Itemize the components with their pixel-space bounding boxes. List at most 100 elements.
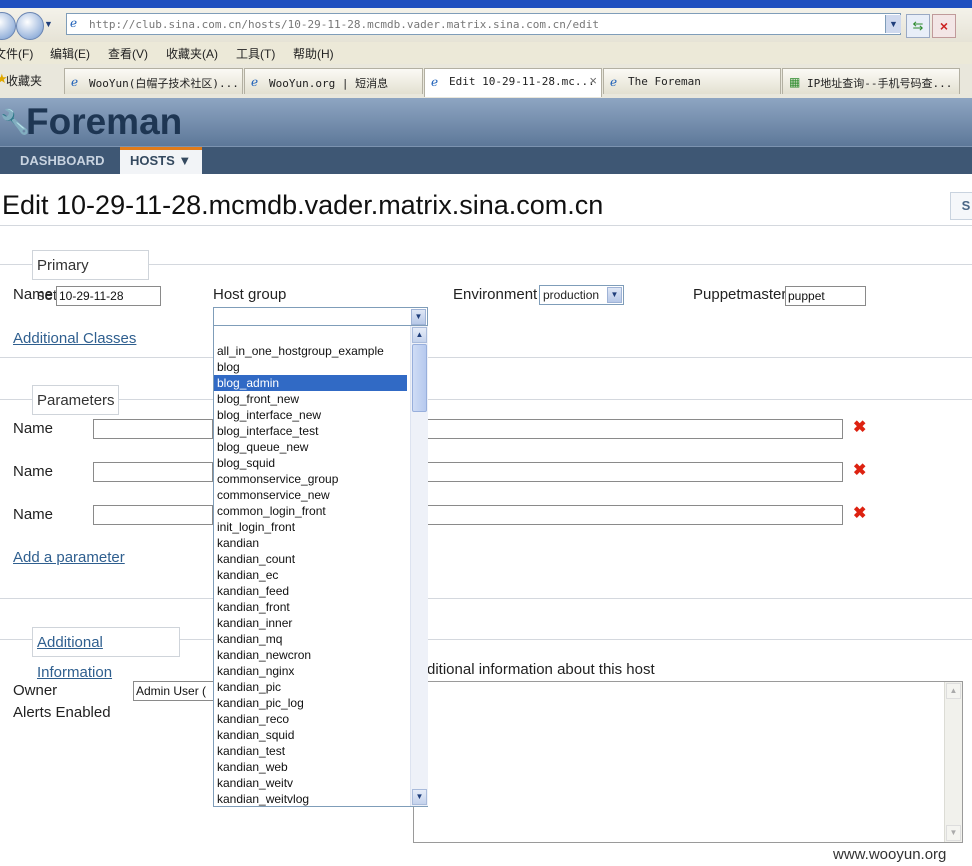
top-right-button[interactable]: S <box>950 192 972 220</box>
menu-view[interactable]: 查看(V) <box>108 45 148 62</box>
add-parameter-link[interactable]: Add a parameter <box>13 549 125 566</box>
scroll-up-icon[interactable]: ▲ <box>412 327 427 343</box>
nav-dashboard[interactable]: DASHBOARD <box>20 147 112 174</box>
tab-wooyun-community[interactable]: ℯ WooYun(白帽子技术社区)... <box>64 68 243 94</box>
hostgroup-option[interactable]: kandian_count <box>214 551 407 567</box>
window-title-bar <box>0 0 972 8</box>
hostgroup-option[interactable]: all_in_one_hostgroup_example <box>214 343 407 359</box>
scroll-down-icon[interactable]: ▼ <box>946 825 961 841</box>
param-name-input[interactable] <box>93 505 213 525</box>
hostgroup-option[interactable]: blog_front_new <box>214 391 407 407</box>
hostgroup-option[interactable]: kandian_pic_log <box>214 695 407 711</box>
hostgroup-option[interactable]: blog_queue_new <box>214 439 407 455</box>
address-input[interactable]: http://club.sina.com.cn/hosts/10-29-11-2… <box>66 13 901 35</box>
ie-icon: ℯ <box>431 75 439 89</box>
hostgroup-option[interactable]: kandian_ec <box>214 567 407 583</box>
remove-param-icon[interactable]: ✖ <box>853 503 866 523</box>
hostgroup-option[interactable]: kandian_web <box>214 759 407 775</box>
environment-label: Environment <box>453 286 538 303</box>
hostgroup-option[interactable]: kandian_nginx <box>214 663 407 679</box>
chevron-down-icon[interactable]: ▼ <box>411 309 426 325</box>
tab-edit-host[interactable]: ℯ Edit 10-29-11-28.mc... × <box>424 68 602 97</box>
scroll-up-icon[interactable]: ▲ <box>946 683 961 699</box>
menu-file[interactable]: 文件(F) <box>0 45 33 62</box>
hostgroup-option[interactable]: blog_interface_new <box>214 407 407 423</box>
name-label: Name <box>13 286 54 303</box>
hostgroup-option[interactable]: kandian_mq <box>214 631 407 647</box>
remove-param-icon[interactable]: ✖ <box>853 460 866 480</box>
ip-site-icon: ▦ <box>789 75 801 89</box>
hostgroup-option[interactable]: kandian_newcron <box>214 647 407 663</box>
menu-help[interactable]: 帮助(H) <box>293 45 334 62</box>
browser-tab-bar: ★ 收藏夹 ℯ WooYun(白帽子技术社区)... ℯ WooYun.org … <box>0 64 972 99</box>
app-logo[interactable]: Foreman <box>26 101 182 143</box>
param-name-input[interactable] <box>93 462 213 482</box>
forward-button[interactable] <box>16 12 44 40</box>
param-value-input[interactable] <box>427 462 843 482</box>
hostgroup-option[interactable]: commonservice_group <box>214 471 407 487</box>
hostgroup-option[interactable]: kandian_pic <box>214 679 407 695</box>
hostgroup-option[interactable]: commonservice_new <box>214 487 407 503</box>
menu-favorites[interactable]: 收藏夹(A) <box>166 45 218 62</box>
address-dropdown-icon[interactable]: ▼ <box>885 15 901 33</box>
remove-param-icon[interactable]: ✖ <box>853 417 866 437</box>
page-title: Edit 10-29-11-28.mcmdb.vader.matrix.sina… <box>2 190 604 220</box>
hostgroup-option[interactable]: kandian <box>214 535 407 551</box>
param-name-label: Name <box>13 506 54 523</box>
refresh-button[interactable]: ⇆ <box>906 14 930 38</box>
parameters-legend: Parameters <box>32 385 119 415</box>
comment-textarea[interactable]: ▲ ▼ <box>413 681 963 843</box>
param-name-label: Name <box>13 463 54 480</box>
puppetmaster-input[interactable]: puppet <box>785 286 866 306</box>
param-value-input[interactable] <box>427 419 843 439</box>
hostgroup-option[interactable]: kandian_inner <box>214 615 407 631</box>
hostgroup-option[interactable]: kandian_weitv <box>214 775 407 791</box>
additional-info-legend: Additional Information <box>32 627 180 681</box>
tab-label: The Foreman <box>628 75 701 88</box>
hostgroup-option[interactable]: init_login_front <box>214 519 407 535</box>
page-ie-icon: ℯ <box>70 16 78 30</box>
back-button[interactable] <box>0 12 16 40</box>
owner-select[interactable]: Admin User ( <box>133 681 215 701</box>
history-dropdown-icon[interactable]: ▼ <box>44 19 53 29</box>
menu-tools[interactable]: 工具(T) <box>236 45 275 62</box>
hostgroup-option[interactable]: blog_admin <box>214 375 407 391</box>
favorites-button[interactable]: 收藏夹 <box>6 72 42 89</box>
fieldset-end-primary <box>0 357 972 358</box>
primary-settings-legend: Primary settings <box>32 250 149 304</box>
hostgroup-option[interactable]: kandian_squid <box>214 727 407 743</box>
textarea-scrollbar[interactable]: ▲ ▼ <box>944 682 962 842</box>
additional-info-toggle-link[interactable]: Additional Information <box>37 634 112 681</box>
ie-icon: ℯ <box>71 75 79 89</box>
fieldset-border-parameters <box>0 399 972 400</box>
hostgroup-dropdown-list[interactable]: all_in_one_hostgroup_example blog blog_adm… <box>213 325 428 807</box>
close-tab-icon[interactable]: × <box>589 73 597 88</box>
tab-the-foreman[interactable]: ℯ The Foreman <box>603 68 781 94</box>
hostgroup-option[interactable]: kandian_test <box>214 743 407 759</box>
hostgroup-option[interactable]: blog_squid <box>214 455 407 471</box>
alerts-enabled-label: Alerts Enabled <box>13 704 111 721</box>
hostgroup-option[interactable]: kandian_reco <box>214 711 407 727</box>
hostgroup-label: Host group <box>213 286 287 303</box>
chevron-down-icon[interactable]: ▼ <box>607 287 622 303</box>
additional-classes-link[interactable]: Additional Classes <box>13 330 136 347</box>
hostgroup-select[interactable]: ▼ <box>213 307 428 327</box>
dropdown-scrollbar[interactable]: ▲ ▼ <box>410 326 428 806</box>
tab-wooyun-messages[interactable]: ℯ WooYun.org | 短消息 <box>244 68 423 94</box>
menu-edit[interactable]: 编辑(E) <box>50 45 90 62</box>
hostgroup-option[interactable]: kandian_front <box>214 599 407 615</box>
param-name-input[interactable] <box>93 419 213 439</box>
hostgroup-option[interactable]: kandian_weitvlog <box>214 791 407 806</box>
scroll-down-icon[interactable]: ▼ <box>412 789 427 805</box>
name-input[interactable]: 10-29-11-28 <box>56 286 161 306</box>
tab-ip-lookup[interactable]: ▦ IP地址查询--手机号码查... <box>782 68 960 94</box>
environment-select[interactable]: production ▼ <box>539 285 624 305</box>
nav-hosts[interactable]: HOSTS ▼ <box>120 147 202 174</box>
scroll-thumb[interactable] <box>412 344 427 412</box>
param-value-input[interactable] <box>427 505 843 525</box>
stop-button[interactable]: × <box>932 14 956 38</box>
hostgroup-option[interactable]: kandian_feed <box>214 583 407 599</box>
hostgroup-option[interactable]: common_login_front <box>214 503 407 519</box>
hostgroup-option[interactable]: blog <box>214 359 407 375</box>
hostgroup-option[interactable]: blog_interface_test <box>214 423 407 439</box>
